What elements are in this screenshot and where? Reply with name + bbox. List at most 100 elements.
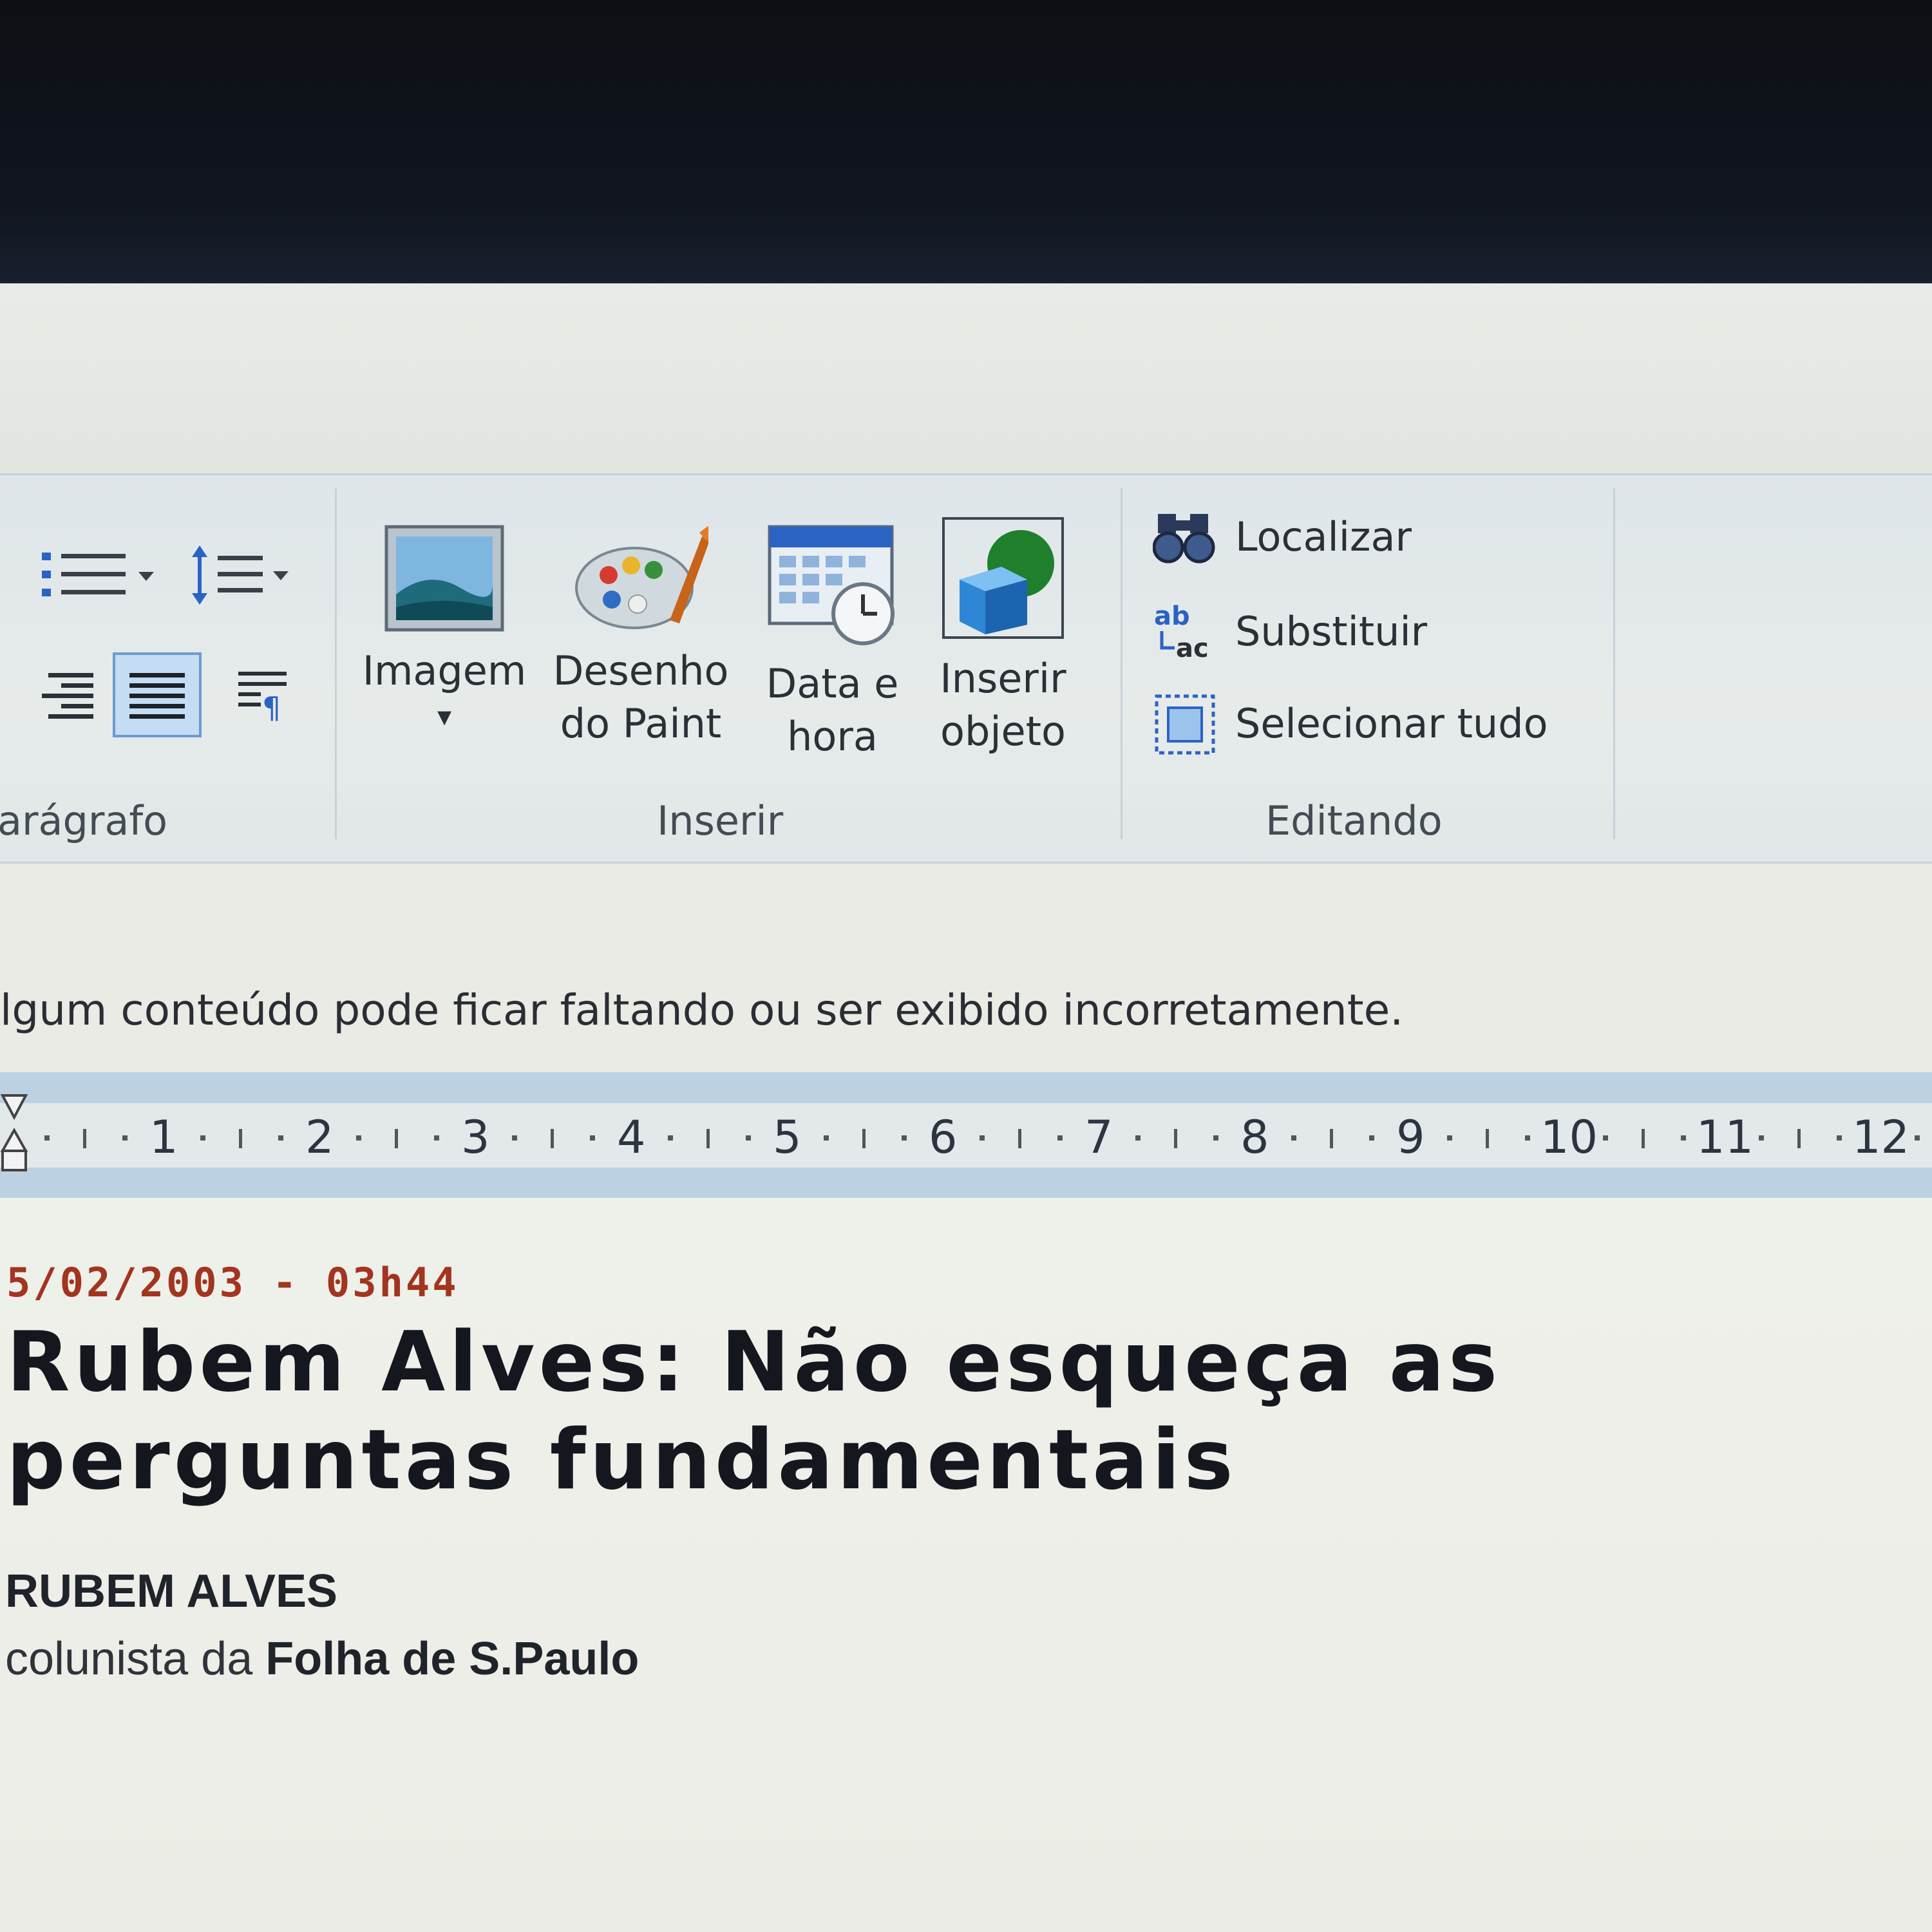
group-separator: [1613, 488, 1615, 839]
article-dateline: 5/02/2003 - 03h44: [6, 1259, 459, 1306]
group-separator: [1121, 488, 1122, 839]
byline-newspaper: Folha de S.Paulo: [265, 1633, 639, 1685]
ruler-dot: [200, 1135, 205, 1141]
justify-icon: [129, 673, 185, 719]
chevron-down-icon: ▾: [437, 700, 452, 733]
ruler-number: 11: [1696, 1111, 1754, 1164]
svg-text:ab: ab: [1154, 601, 1190, 631]
select-all-button[interactable]: Selecionar tudo: [1153, 691, 1548, 755]
date-time-label-2: hora: [787, 713, 878, 760]
ruler-half-tick: [1018, 1129, 1021, 1148]
ruler-number: 12: [1852, 1111, 1910, 1164]
ruler-number: 5: [773, 1111, 802, 1164]
ruler-half-tick: [1486, 1129, 1489, 1148]
ruler-dot: [1057, 1135, 1063, 1141]
ruler-dot: [122, 1135, 128, 1141]
date-time-button[interactable]: Data e hora: [753, 524, 911, 763]
group-label-paragraph: arágrafo: [0, 797, 168, 844]
ruler-number: 9: [1396, 1111, 1425, 1164]
paint-palette-icon: [575, 526, 708, 629]
ruler[interactable]: 1 2 3 4 5 6 7 8 9 10 11 12: [0, 1072, 1932, 1198]
insert-object-label-2: objeto: [940, 708, 1066, 755]
ruler-half-tick: [1797, 1129, 1801, 1148]
group-label-insert: Inserir: [657, 797, 784, 844]
paragraph-settings-button[interactable]: ¶: [229, 665, 293, 726]
align-right-button[interactable]: [35, 665, 100, 726]
bullet-list-button[interactable]: [35, 546, 158, 607]
binoculars-icon: [1153, 514, 1215, 564]
ruler-dot: [278, 1135, 283, 1141]
window-titlebar-area: [0, 283, 1932, 477]
ruler-dot: [1525, 1135, 1530, 1141]
ruler-number: 3: [461, 1111, 490, 1164]
align-right-icon: [42, 673, 93, 719]
ruler-dot: [356, 1135, 361, 1141]
date-time-label-1: Data e: [766, 660, 899, 707]
ruler-dot: [746, 1135, 751, 1141]
ruler-dot: [1213, 1135, 1218, 1141]
ruler-dot: [1369, 1135, 1374, 1141]
line-spacing-icon: [192, 545, 289, 605]
ruler-number: 2: [305, 1111, 334, 1164]
ruler-dot: [902, 1135, 907, 1141]
ruler-dot: [1447, 1135, 1452, 1141]
ruler-half-tick: [862, 1129, 866, 1148]
replace-button[interactable]: ab ac Substituir: [1153, 599, 1427, 663]
group-separator: [335, 488, 337, 839]
ruler-dot: [1291, 1135, 1296, 1141]
insert-image-button[interactable]: Imagem ▾: [361, 524, 528, 736]
ruler-dot: [824, 1135, 829, 1141]
ribbon: ¶ arágrafo Imagem ▾ Desenho do Paint Dat…: [0, 473, 1932, 864]
ruler-number: 4: [617, 1111, 646, 1164]
ruler-dot: [980, 1135, 985, 1141]
replace-label: Substituir: [1235, 607, 1428, 655]
ruler-half-tick: [395, 1129, 398, 1148]
calendar-clock-icon: [768, 525, 895, 645]
monitor-bezel: [0, 0, 1932, 293]
ruler-dot: [590, 1135, 595, 1141]
ruler-dot: [1837, 1135, 1842, 1141]
ruler-dot: [1681, 1135, 1686, 1141]
object-icon: [942, 517, 1064, 639]
ruler-dot: [1603, 1135, 1608, 1141]
ruler-half-tick: [83, 1129, 86, 1148]
insert-object-label-1: Inserir: [940, 655, 1066, 702]
group-label-editing: Editando: [1265, 797, 1443, 844]
ruler-half-tick: [1642, 1129, 1645, 1148]
ruler-half-tick: [1174, 1129, 1177, 1148]
ruler-half-tick: [1330, 1129, 1333, 1148]
ruler-dot: [434, 1135, 439, 1141]
select-all-icon: [1155, 694, 1215, 755]
replace-icon: ab ac: [1154, 601, 1209, 663]
paragraph-icon: ¶: [238, 672, 287, 725]
ruler-number: 7: [1084, 1111, 1113, 1164]
ruler-half-tick: [239, 1129, 242, 1148]
article-headline: Rubem Alves: Não esqueça as perguntas fu…: [6, 1314, 1502, 1508]
article-byline: colunista da Folha de S.Paulo: [5, 1633, 639, 1685]
ruler-number: 1: [149, 1111, 178, 1164]
find-button[interactable]: Localizar: [1153, 507, 1412, 565]
compatibility-warning: lgum conteúdo pode ficar faltando ou ser…: [0, 985, 1404, 1035]
insert-image-label: Imagem: [362, 647, 527, 694]
line-spacing-button[interactable]: [187, 543, 296, 610]
justify-button[interactable]: [113, 652, 202, 737]
paint-drawing-label-2: do Paint: [560, 700, 722, 747]
svg-text:ac: ac: [1176, 634, 1209, 663]
ruler-number: 10: [1540, 1111, 1598, 1164]
indent-marker-icon[interactable]: [0, 1092, 28, 1182]
ruler-half-tick: [706, 1129, 710, 1148]
ruler-number: 6: [929, 1111, 958, 1164]
svg-text:¶: ¶: [262, 690, 281, 723]
ruler-number: 8: [1240, 1111, 1269, 1164]
bullet-list-icon: [42, 553, 154, 596]
insert-object-button[interactable]: Inserir objeto: [921, 515, 1085, 758]
ruler-dot: [1915, 1135, 1920, 1141]
ruler-dot: [1759, 1135, 1764, 1141]
ruler-dot: [668, 1135, 673, 1141]
find-label: Localizar: [1235, 513, 1412, 560]
paint-drawing-button[interactable]: Desenho do Paint: [544, 524, 737, 750]
article-author: RUBEM ALVES: [5, 1566, 338, 1617]
ruler-dot: [44, 1135, 50, 1141]
ruler-half-tick: [551, 1129, 554, 1148]
byline-prefix: colunista da: [5, 1633, 266, 1685]
